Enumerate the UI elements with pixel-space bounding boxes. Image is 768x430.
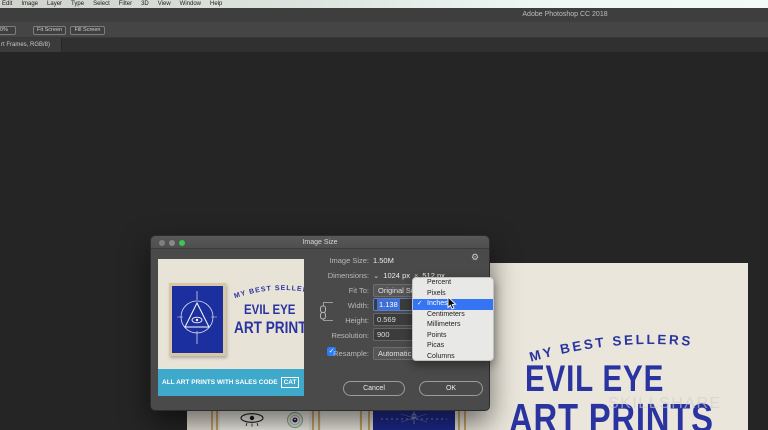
options-bar: 0% Fit Screen Fill Screen [0,22,768,38]
dimensions-width-value: 1024 px [383,271,410,280]
menu-filter[interactable]: Filter [119,0,132,8]
app-title: Adobe Photoshop CC 2018 [522,11,607,18]
gear-icon[interactable]: ⚙ [471,253,479,262]
dialog-title: Image Size [151,239,489,246]
fill-screen-button[interactable]: Fill Screen [70,26,105,35]
frame-edge-line [216,410,218,430]
checkmark-icon: ✓ [417,299,422,310]
menu-item-percent[interactable]: Percent [413,278,493,289]
menu-layer[interactable]: Layer [47,0,62,8]
fit-to-label: Fit To: [277,286,369,295]
zoom-100-button[interactable]: 0% [0,26,16,35]
menu-help[interactable]: Help [210,0,222,8]
menu-image[interactable]: Image [21,0,38,8]
frame-edge-line [464,410,466,430]
menu-item-centimeters[interactable]: Centimeters [413,310,493,321]
document-tabbar: rt Frames, RGB/8) [0,38,768,52]
banner-code-box: CAT [281,377,300,388]
photoshop-screen: Edit Image Layer Type Select Filter 3D V… [0,0,768,430]
width-value-selected: 1.138 [377,299,400,310]
frame-edge-line [318,410,320,430]
evil-eye-icon [239,413,265,427]
image-size-value: 1.50M [373,256,394,265]
menu-type[interactable]: Type [71,0,84,8]
frame-edge-line [360,410,362,430]
fit-screen-button[interactable]: Fit Screen [33,26,66,35]
image-size-label: Image Size: [277,256,369,265]
cancel-button[interactable]: Cancel [343,381,405,396]
art-panel-cream [321,410,359,430]
macos-menubar: Edit Image Layer Type Select Filter 3D V… [0,0,768,8]
framed-poster-thumb [169,283,226,356]
document-tab[interactable]: rt Frames, RGB/8) [0,38,62,52]
menu-edit[interactable]: Edit [2,0,12,8]
ok-button[interactable]: OK [419,381,483,396]
units-dropdown-menu: Percent Pixels ✓Inches Centimeters Milli… [412,277,494,361]
frame-edge-line [312,410,314,430]
menu-item-inches-label: Inches [427,300,448,307]
frame-edge-line [368,410,370,430]
dialog-titlebar[interactable]: Image Size [151,236,489,249]
menu-3d[interactable]: 3D [141,0,149,8]
mandala-eye-icon [285,412,305,429]
eye-pyramid-icon [172,286,223,353]
menu-item-points[interactable]: Points [413,331,493,342]
menu-view[interactable]: View [158,0,171,8]
frame-edge-line [211,410,213,430]
banner-text: ALL ART PRINTS WITH SALES CODE [162,379,278,386]
width-label: Width: [277,301,369,310]
preview-sale-banner: ALL ART PRINTS WITH SALES CODE CAT [158,369,304,396]
frame-edge-line [458,410,460,430]
dimensions-label: Dimensions: [277,271,369,280]
chevron-down-icon[interactable]: ⌄ [373,271,379,280]
app-titlebar: Adobe Photoshop CC 2018 [0,8,768,22]
menu-item-millimeters[interactable]: Millimeters [413,320,493,331]
menu-select[interactable]: Select [93,0,110,8]
blue-poster-ornament-icon [373,410,455,430]
resolution-label: Resolution: [277,331,369,340]
menu-item-picas[interactable]: Picas [413,341,493,352]
doc-artwork-strip [187,410,527,430]
height-label: Height: [277,316,369,325]
menu-item-columns[interactable]: Columns [413,352,493,362]
document-tab-label: rt Frames, RGB/8) [0,38,61,52]
menu-window[interactable]: Window [180,0,201,8]
mouse-cursor-icon [447,297,458,310]
resample-label: Resample: [277,349,369,358]
video-watermark: SKILLSHARE [608,395,722,413]
doc-headline-evil-eye: EVIL EYE [525,358,664,400]
